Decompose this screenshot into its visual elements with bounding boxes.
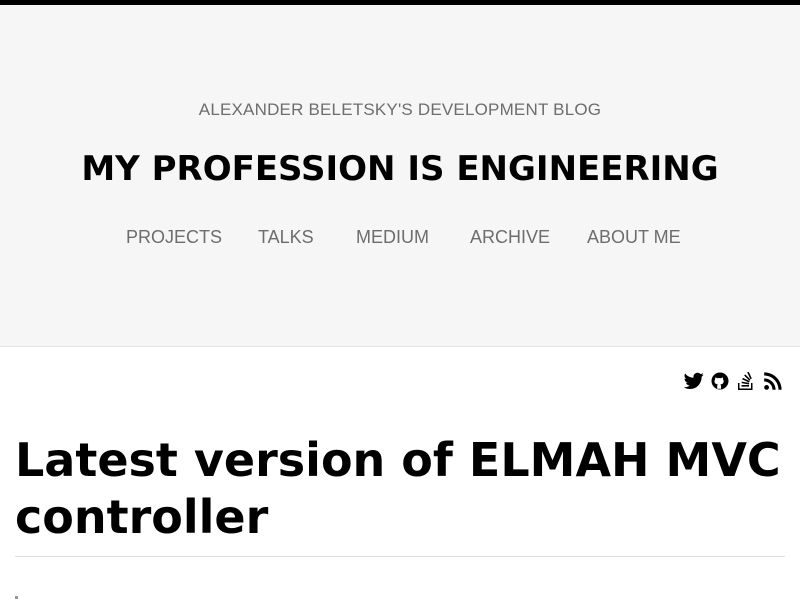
github-icon[interactable] — [711, 372, 729, 390]
nav-item-projects[interactable]: PROJECTS — [126, 227, 222, 247]
site-tagline: ALEXANDER BELETSKY'S DEVELOPMENT BLOG — [198, 100, 602, 119]
post-title[interactable]: Latest version of ELMAH MVC controller — [15, 432, 785, 546]
site-title[interactable]: MY PROFESSION IS ENGINEERING — [0, 149, 800, 189]
twitter-icon[interactable] — [684, 372, 704, 390]
rss-icon[interactable] — [764, 372, 782, 390]
main-nav: PROJECTS TALKS MEDIUM ARCHIVE ABOUT ME — [0, 227, 800, 249]
stackoverflow-icon[interactable] — [738, 372, 754, 390]
nav-item-talks[interactable]: TALKS — [258, 227, 314, 247]
site-header: ALEXANDER BELETSKY'S DEVELOPMENT BLOG MY… — [0, 5, 800, 347]
content-bullet — [15, 596, 18, 599]
nav-item-archive[interactable]: ARCHIVE — [470, 227, 550, 247]
nav-item-medium[interactable]: MEDIUM — [356, 227, 429, 247]
title-divider — [15, 556, 785, 557]
nav-item-about-me[interactable]: ABOUT ME — [587, 227, 681, 247]
